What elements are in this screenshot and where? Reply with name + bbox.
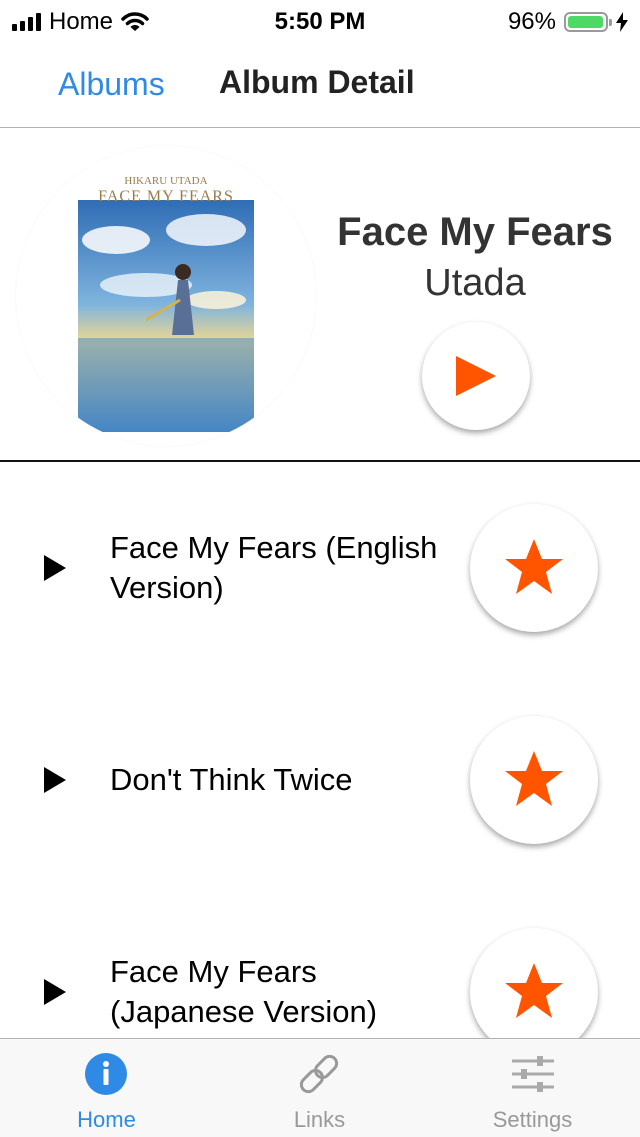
- play-track-icon[interactable]: [44, 555, 66, 581]
- album-title: Face My Fears: [337, 210, 613, 254]
- play-track-icon[interactable]: [44, 767, 66, 793]
- cover-title-text: FACE MY FEARS: [98, 188, 234, 205]
- tab-settings[interactable]: Settings: [426, 1039, 639, 1137]
- cover-artist-text: HIKARU UTADA: [124, 175, 207, 187]
- status-bar: Home 5:50 PM 96%: [0, 0, 640, 42]
- sliders-icon: [512, 1056, 554, 1092]
- tab-links-label: Links: [293, 1107, 346, 1132]
- album-artist: Utada: [424, 262, 526, 304]
- tab-home[interactable]: Home: [0, 1039, 213, 1137]
- battery-icon: [564, 12, 612, 32]
- link-icon: [299, 1054, 339, 1094]
- track-title: Face My Fears (English Version): [110, 530, 438, 605]
- tab-bar: Home Links Settings: [0, 1038, 640, 1137]
- star-icon: [505, 751, 563, 806]
- tab-settings-label: Settings: [492, 1107, 573, 1132]
- star-icon: [505, 963, 563, 1018]
- tab-home-label: Home: [77, 1107, 136, 1132]
- track-row[interactable]: Face My Fears (English Version): [0, 462, 640, 674]
- play-icon: [456, 356, 496, 396]
- track-title: Don't Think Twice: [110, 762, 353, 797]
- album-cover: HIKARU UTADA FACE MY FEARS: [16, 146, 316, 446]
- tab-links[interactable]: Links: [213, 1039, 426, 1137]
- favorite-button[interactable]: [470, 504, 598, 632]
- back-button-albums[interactable]: Albums: [58, 66, 165, 103]
- battery-percent: 96%: [507, 8, 556, 35]
- favorite-button[interactable]: [470, 928, 598, 1038]
- star-icon: [505, 539, 563, 594]
- track-title: Face My Fears (Japanese Version): [110, 954, 378, 1029]
- album-header: HIKARU UTADA FACE MY FEARS Face My Fears…: [0, 128, 640, 462]
- info-icon: [85, 1053, 127, 1095]
- play-track-icon[interactable]: [44, 979, 66, 1005]
- track-row[interactable]: Face My Fears (Japanese Version): [0, 886, 640, 1038]
- play-album-button[interactable]: [422, 322, 530, 430]
- album-cover-art: HIKARU UTADA FACE MY FEARS: [76, 160, 256, 432]
- charging-bolt-icon: [616, 12, 628, 32]
- track-row[interactable]: Don't Think Twice: [0, 674, 640, 886]
- status-right: 96%: [508, 8, 628, 36]
- navigation-bar: Albums Album Detail: [0, 42, 640, 128]
- page-title: Album Detail: [219, 64, 415, 100]
- favorite-button[interactable]: [470, 716, 598, 844]
